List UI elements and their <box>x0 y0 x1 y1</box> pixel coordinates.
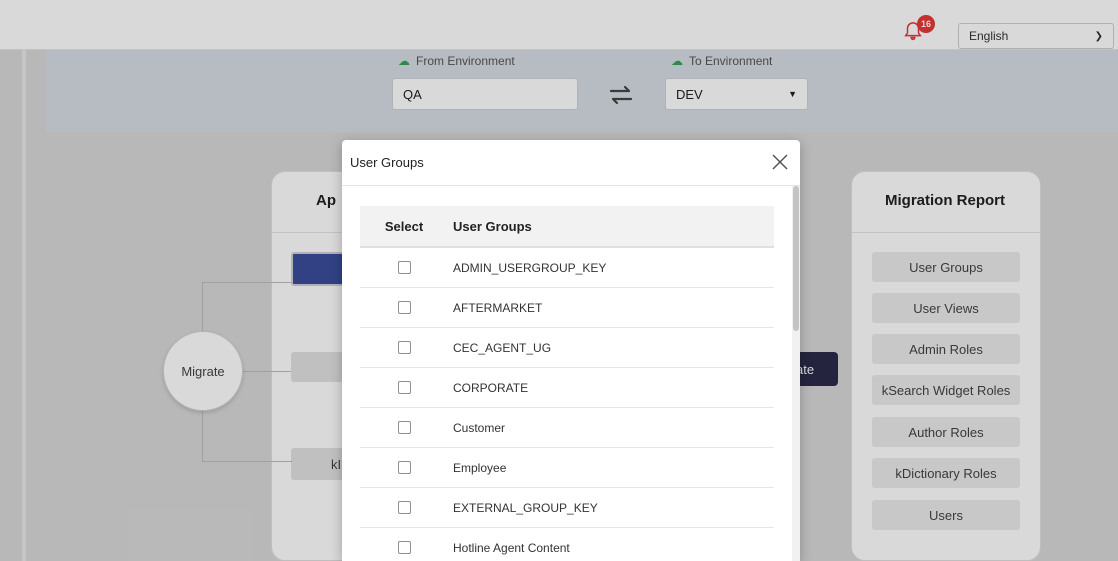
row-checkbox[interactable] <box>397 301 411 314</box>
modal-title: User Groups <box>350 155 424 170</box>
select-cell <box>360 461 448 474</box>
table-row: Hotline Agent Content <box>360 528 774 561</box>
user-group-name: Employee <box>453 460 507 475</box>
table-header: Select User Groups <box>360 206 774 248</box>
user-group-name: Customer <box>453 420 506 435</box>
user-group-name: AFTERMARKET <box>453 300 543 315</box>
user-group-name: CEC_AGENT_UG <box>453 340 552 355</box>
modal-header: User Groups <box>342 140 800 186</box>
user-group-name: EXTERNAL_GROUP_KEY <box>453 500 598 515</box>
select-cell <box>360 301 448 314</box>
table-row: CEC_AGENT_UG <box>360 328 774 368</box>
user-group-name: Hotline Agent Content <box>453 540 570 555</box>
row-checkbox[interactable] <box>397 261 411 274</box>
modal-body: Select User Groups ADMIN_USERGROUP_KEY AF… <box>342 186 800 561</box>
table-row: AFTERMARKET <box>360 288 774 328</box>
user-groups-modal: User Groups Select User Groups ADMIN_USE… <box>342 140 800 561</box>
select-cell <box>360 341 448 354</box>
table-body: ADMIN_USERGROUP_KEY AFTERMARKET CEC_AGENT_… <box>360 248 774 561</box>
table-row: EXTERNAL_GROUP_KEY <box>360 488 774 528</box>
close-icon[interactable] <box>770 152 790 172</box>
select-cell <box>360 261 448 274</box>
row-checkbox[interactable] <box>397 381 411 394</box>
table-row: ADMIN_USERGROUP_KEY <box>360 248 774 288</box>
row-checkbox[interactable] <box>397 501 411 514</box>
select-cell <box>360 501 448 514</box>
table-row: Customer <box>360 408 774 448</box>
column-header-select: Select <box>384 218 424 234</box>
row-checkbox[interactable] <box>397 541 411 554</box>
row-checkbox[interactable] <box>397 461 411 474</box>
scrollbar-thumb[interactable] <box>793 186 799 331</box>
user-groups-table: Select User Groups ADMIN_USERGROUP_KEY AF… <box>360 206 774 561</box>
column-header-user-groups: User Groups <box>453 218 532 234</box>
select-cell <box>360 421 448 434</box>
user-group-name: CORPORATE <box>453 380 529 395</box>
user-group-name: ADMIN_USERGROUP_KEY <box>453 260 607 275</box>
row-checkbox[interactable] <box>397 341 411 354</box>
table-row: CORPORATE <box>360 368 774 408</box>
row-checkbox[interactable] <box>397 421 411 434</box>
table-row: Employee <box>360 448 774 488</box>
select-cell <box>360 541 448 554</box>
select-cell <box>360 381 448 394</box>
